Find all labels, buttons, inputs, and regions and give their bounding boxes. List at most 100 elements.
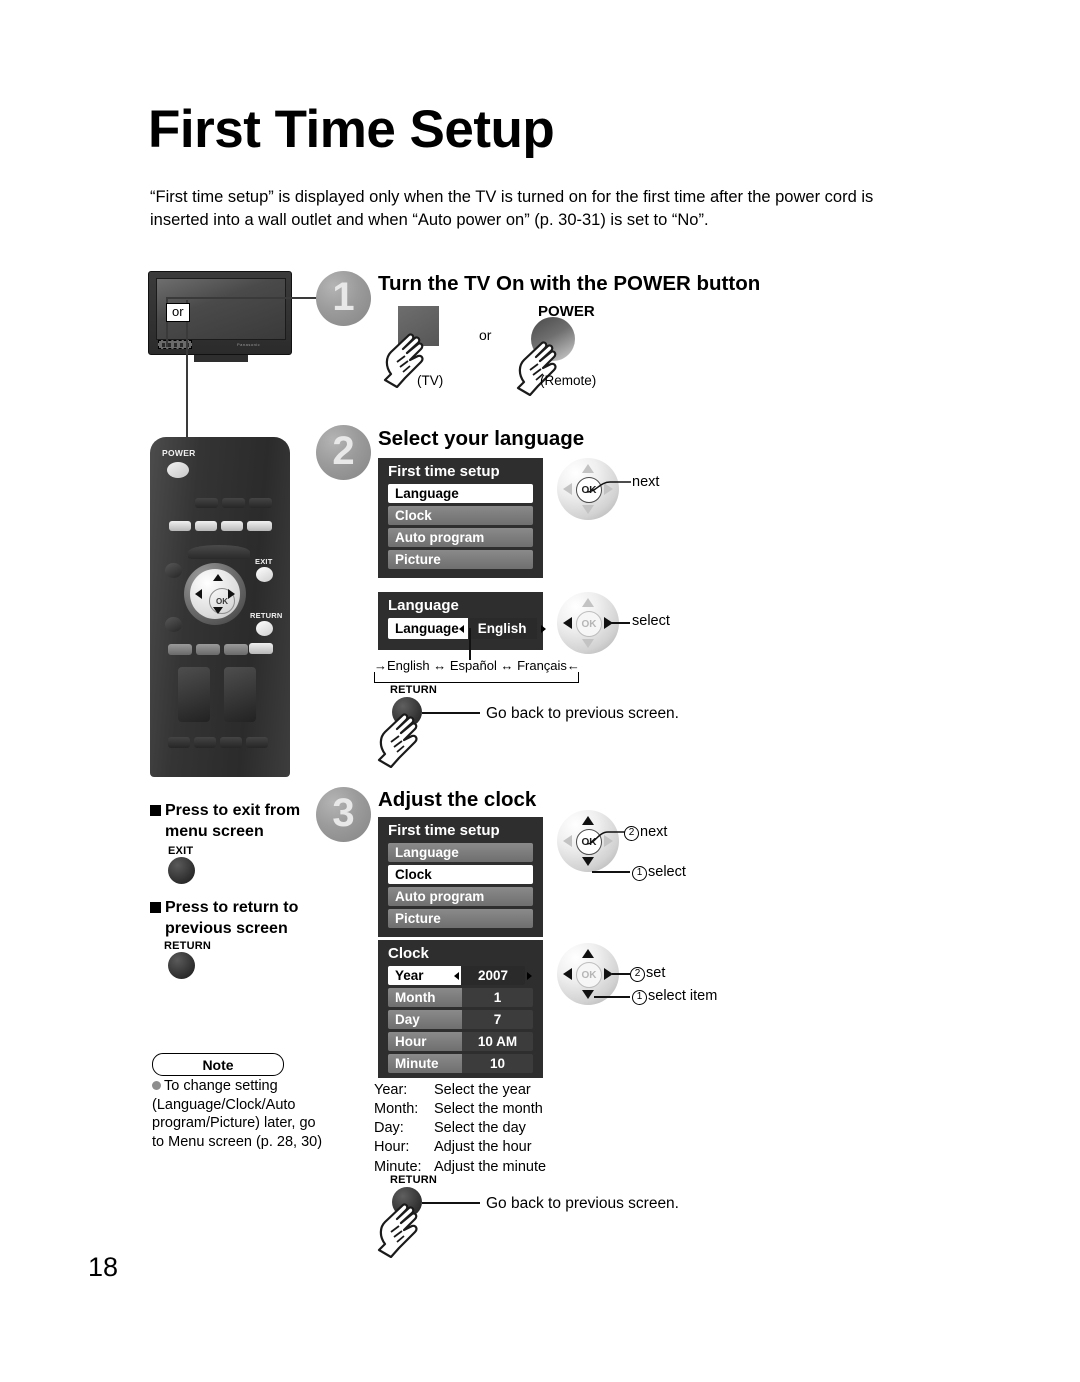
nav-select-leader-step2 xyxy=(608,622,630,624)
osd-clock-row-minute[interactable]: Minute 10 xyxy=(388,1054,533,1073)
note-body: To change setting (Language/Clock/Auto p… xyxy=(152,1078,323,1150)
osd-clock-row-day[interactable]: Day 7 xyxy=(388,1010,533,1029)
osd-item-language[interactable]: Language xyxy=(388,843,533,862)
osd-item-picture[interactable]: Picture xyxy=(388,909,533,928)
remote-button xyxy=(196,644,220,655)
callout-number-2: 2 xyxy=(624,826,639,841)
clock-legend-desc: Select the month xyxy=(434,1101,543,1118)
return-description: Go back to previous screen. xyxy=(486,705,679,722)
return-button-label-sidebar: RETURN xyxy=(164,940,212,952)
clock-legend-key: Year: xyxy=(374,1082,408,1098)
nav-up-arrow-icon xyxy=(582,598,594,607)
osd-item-clock[interactable]: Clock xyxy=(388,865,533,884)
hand-pointer-icon-return-step3 xyxy=(377,1203,418,1258)
remote-power-label: POWER xyxy=(162,448,196,458)
callout-number-1: 1 xyxy=(632,990,647,1005)
nav-ok-button[interactable]: OK xyxy=(576,611,602,637)
osd-language-row-label: Language xyxy=(395,621,459,636)
osd-title: First time setup xyxy=(388,822,500,839)
sidebar-return-heading-line2: previous screen xyxy=(165,919,288,937)
nav-next-text: next xyxy=(640,824,668,840)
remote-button xyxy=(249,498,272,508)
remote-exit-label: EXIT xyxy=(255,557,273,566)
clock-legend-desc: Adjust the hour xyxy=(434,1139,532,1156)
nav-left-arrow-icon xyxy=(563,835,572,847)
nav-left-arrow-icon xyxy=(563,483,572,495)
return-description: Go back to previous screen. xyxy=(486,1195,679,1212)
osd-item-clock[interactable]: Clock xyxy=(388,506,533,525)
bullet-square-icon xyxy=(150,902,161,913)
nav-ok-button[interactable]: OK xyxy=(576,962,602,988)
page-title: First Time Setup xyxy=(148,100,555,159)
step-1-badge: 1 xyxy=(316,271,371,326)
increase-arrow-icon[interactable] xyxy=(527,971,532,980)
remote-button xyxy=(168,737,190,748)
nav-left-arrow-icon[interactable] xyxy=(563,968,572,980)
manual-page: First Time Setup “First time setup” is d… xyxy=(0,0,1080,1382)
remote-large-pad-right xyxy=(224,667,256,722)
remote-button xyxy=(169,521,191,531)
nav-down-arrow-icon[interactable] xyxy=(582,990,594,999)
osd-title: Language xyxy=(388,597,459,614)
osd-item-picture[interactable]: Picture xyxy=(388,550,533,569)
decrease-arrow-icon[interactable] xyxy=(454,971,459,980)
tv-stand xyxy=(194,355,248,362)
exit-button[interactable] xyxy=(168,857,195,884)
return-button-sidebar[interactable] xyxy=(168,952,195,979)
remote-left-arrow-icon xyxy=(195,589,202,599)
remote-button xyxy=(246,737,268,748)
nav-select-text: select xyxy=(648,864,686,880)
sidebar-exit-heading-line2: menu screen xyxy=(165,822,264,840)
callout-number-1: 1 xyxy=(632,866,647,881)
clock-legend-desc: Select the year xyxy=(434,1082,531,1098)
osd-clock-value-day: 7 xyxy=(462,1010,533,1029)
osd-language-row[interactable]: Language English xyxy=(388,618,546,639)
remote-side-button-left-lower xyxy=(165,617,182,632)
hand-pointer-icon-return-step2 xyxy=(377,713,418,768)
page-number: 18 xyxy=(88,1252,119,1282)
increase-arrow-icon[interactable] xyxy=(540,624,546,633)
osd-clock-value-month: 1 xyxy=(462,988,533,1007)
note-badge: Note xyxy=(152,1053,284,1076)
return-button-label: RETURN xyxy=(390,1174,438,1186)
osd-clock-value-hour: 10 AM xyxy=(462,1032,533,1051)
remote-button xyxy=(247,521,272,531)
remote-return-label: RETURN xyxy=(250,611,283,620)
remote-nav-pad: OK xyxy=(184,563,246,625)
sidebar-exit-heading-line1: Press to exit from xyxy=(165,802,301,819)
remote-nav-pad-inner: OK xyxy=(190,569,240,619)
remote-power-button xyxy=(167,462,189,478)
nav-left-arrow-icon[interactable] xyxy=(563,617,572,629)
remote-hand-caption: (Remote) xyxy=(540,373,597,388)
osd-clock-row-year[interactable]: Year 2007 xyxy=(388,966,533,985)
nav-set-text: set xyxy=(646,965,666,981)
osd-clock-value-year: 2007 xyxy=(461,966,525,985)
nav-next-leader-step2 xyxy=(586,481,631,493)
nav-up-arrow-icon[interactable] xyxy=(582,949,594,958)
sidebar-return-heading: Press to return to previous screen xyxy=(150,898,350,940)
nav-next-leader-step3 xyxy=(586,831,625,845)
nav-set-label: 2 set xyxy=(630,965,665,982)
nav-select-label-step2: select xyxy=(632,613,670,629)
osd-language-row-value: English xyxy=(467,618,537,639)
osd-clock-menu: Clock Year 2007 Month 1 Day 7 Hour 10 AM… xyxy=(378,940,543,1078)
nav-selectitem-leader xyxy=(594,996,630,998)
nav-select-label-step3: 1 select xyxy=(632,864,686,881)
osd-language-menu: Language Language English xyxy=(378,592,546,650)
return-callout-step2: RETURN Go back to previous screen. xyxy=(377,684,718,768)
remote-button xyxy=(168,644,192,655)
osd-clock-row-hour[interactable]: Hour 10 AM xyxy=(388,1032,533,1051)
nav-down-arrow-icon[interactable] xyxy=(582,857,594,866)
osd-item-language[interactable]: Language xyxy=(388,484,533,503)
osd-clock-row-month[interactable]: Month 1 xyxy=(388,988,533,1007)
clock-legend-row: Hour: Adjust the hour xyxy=(374,1138,546,1157)
nav-up-arrow-icon xyxy=(582,464,594,473)
osd-clock-label-month: Month xyxy=(388,988,462,1007)
nav-next-label-step2: next xyxy=(632,474,660,490)
decrease-arrow-icon[interactable] xyxy=(458,624,464,633)
osd-item-auto-program[interactable]: Auto program xyxy=(388,887,533,906)
remote-return-button xyxy=(256,621,273,636)
nav-next-label-step3: 2 next xyxy=(624,824,667,841)
osd-item-auto-program[interactable]: Auto program xyxy=(388,528,533,547)
nav-up-arrow-icon[interactable] xyxy=(582,816,594,825)
